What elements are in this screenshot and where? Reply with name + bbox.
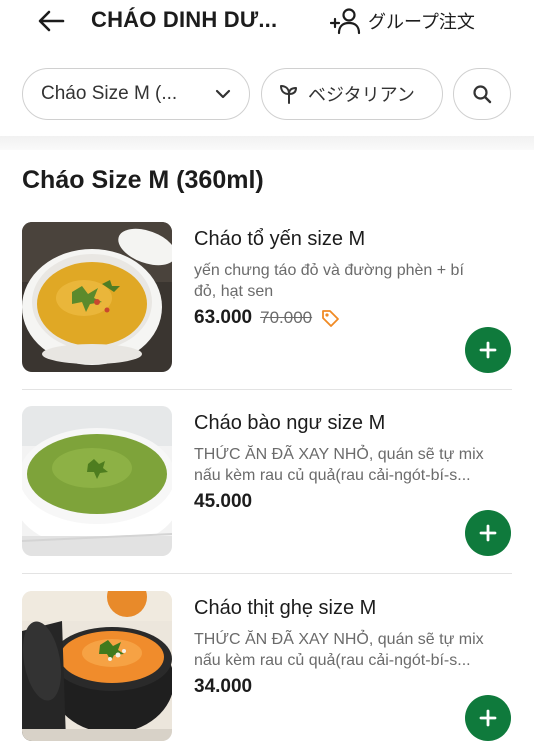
- item-price: 63.000: [194, 307, 253, 328]
- header-divider: [0, 136, 534, 150]
- item-divider: [22, 389, 512, 390]
- group-order-label: グループ注文: [368, 12, 475, 33]
- add-to-cart-button[interactable]: [465, 695, 511, 741]
- item-description-line: THỨC ĂN ĐÃ XAY NHỎ, quán sẽ tự mix: [194, 446, 484, 463]
- add-to-cart-button[interactable]: [465, 327, 511, 373]
- search-icon: [473, 85, 492, 104]
- item-description-line: yến chưng táo đỏ và đường phèn + bí: [194, 262, 464, 279]
- filter-bar: Cháo Size M (... ベジタリアン: [0, 68, 534, 122]
- item-description: yến chưng táo đỏ và đường phèn + bí đỏ, …: [194, 260, 512, 302]
- item-description-line: THỨC ĂN ĐÃ XAY NHỎ, quán sẽ tự mix: [194, 631, 484, 648]
- plus-icon: [479, 341, 497, 359]
- menu-item[interactable]: Cháo tổ yến size M yến chưng táo đỏ và đ…: [22, 222, 512, 392]
- price-row: 34.000: [194, 676, 252, 698]
- item-description: THỨC ĂN ĐÃ XAY NHỎ, quán sẽ tự mix nấu k…: [194, 444, 512, 486]
- item-name: Cháo bào ngư size M: [194, 412, 386, 434]
- plus-icon: [479, 709, 497, 727]
- abalone-porridge-image: [22, 406, 172, 556]
- promo-tag-icon: [322, 310, 340, 327]
- chevron-down-icon: [215, 89, 231, 99]
- price-row: 63.000 70.000: [194, 307, 340, 329]
- section-title: Cháo Size M (360ml): [22, 166, 264, 194]
- item-original-price: 70.000: [260, 308, 313, 327]
- menu-item[interactable]: Cháo thịt ghẹ size M THỨC ĂN ĐÃ XAY NHỎ,…: [22, 591, 512, 750]
- group-users-icon: [330, 8, 361, 35]
- search-button[interactable]: [453, 68, 511, 120]
- price-row: 45.000: [194, 491, 252, 513]
- item-description-line: nấu kèm rau củ quả(rau cải-ngót-bí-s...: [194, 467, 471, 484]
- category-size-dropdown[interactable]: Cháo Size M (...: [22, 68, 250, 120]
- item-divider: [22, 573, 512, 574]
- item-description: THỨC ĂN ĐÃ XAY NHỎ, quán sẽ tự mix nấu k…: [194, 629, 512, 671]
- category-size-label: Cháo Size M (...: [41, 83, 178, 104]
- store-title: CHÁO DINH DƯ...: [91, 7, 278, 32]
- item-price: 45.000: [194, 491, 253, 512]
- back-button[interactable]: [34, 6, 68, 36]
- vegetarian-filter-label: ベジタリアン: [308, 85, 415, 106]
- crab-porridge-image: [22, 591, 172, 741]
- plus-icon: [479, 524, 497, 542]
- back-arrow-icon: [38, 10, 65, 32]
- group-order-button[interactable]: グループ注文: [330, 5, 475, 37]
- item-name: Cháo tổ yến size M: [194, 228, 366, 250]
- item-description-line: nấu kèm rau củ quả(rau cải-ngót-bí-s...: [194, 652, 471, 669]
- sprout-icon: [280, 85, 297, 104]
- top-bar: CHÁO DINH DƯ... グループ注文: [0, 0, 534, 44]
- add-to-cart-button[interactable]: [465, 510, 511, 556]
- vegetarian-filter-chip[interactable]: ベジタリアン: [261, 68, 443, 120]
- item-price: 34.000: [194, 676, 253, 697]
- menu-item[interactable]: Cháo bào ngư size M THỨC ĂN ĐÃ XAY NHỎ, …: [22, 406, 512, 576]
- item-name: Cháo thịt ghẹ size M: [194, 597, 377, 619]
- item-description-line: đỏ, hạt sen: [194, 283, 274, 300]
- bird-nest-porridge-image: [22, 222, 172, 372]
